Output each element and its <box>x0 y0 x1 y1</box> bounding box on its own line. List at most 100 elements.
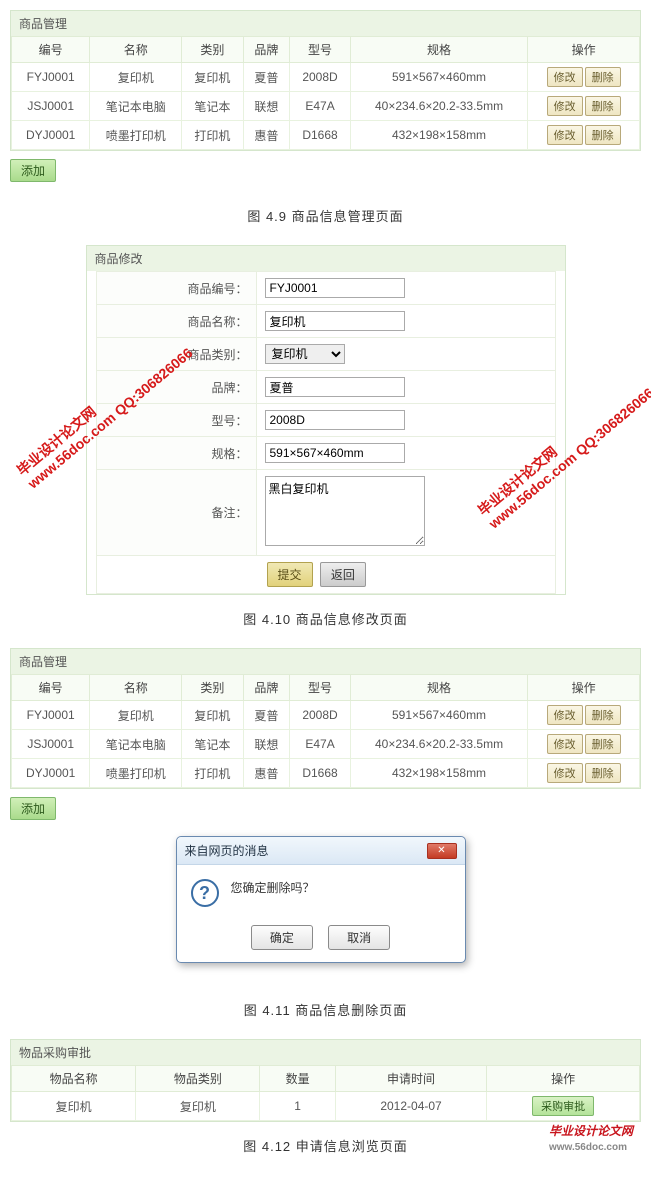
table-row: FYJ0001复印机复印机夏普2008D591×567×460mm修改删除 <box>12 701 640 730</box>
cell-spec: 591×567×460mm <box>350 63 527 92</box>
edit-button[interactable]: 修改 <box>547 67 583 87</box>
cell-model: 2008D <box>290 63 351 92</box>
cell-cat: 打印机 <box>182 759 244 788</box>
cell-spec: 591×567×460mm <box>350 701 527 730</box>
cell-op: 修改删除 <box>528 92 640 121</box>
cell-cat: 复印机 <box>182 63 244 92</box>
question-icon: ? <box>191 879 219 907</box>
cell-spec: 40×234.6×20.2-33.5mm <box>350 92 527 121</box>
cell-rname: 复印机 <box>12 1092 136 1121</box>
product-table-1: 编号 名称 类别 品牌 型号 规格 操作 FYJ0001复印机复印机夏普2008… <box>11 36 640 150</box>
cell-name: 喷墨打印机 <box>90 121 182 150</box>
cell-op: 修改删除 <box>528 730 640 759</box>
confirm-dialog: 来自网页的消息 ✕ ? 您确定删除吗？ 确定 取消 <box>176 836 466 963</box>
table-row: 复印机 复印机 1 2012-04-07 采购审批 <box>12 1092 640 1121</box>
th-spec: 规格 <box>350 37 527 63</box>
cell-cat: 打印机 <box>182 121 244 150</box>
panel-title: 商品管理 <box>11 649 640 674</box>
delete-button[interactable]: 删除 <box>585 734 621 754</box>
caption-4-11: 图 4.11 商品信息删除页面 <box>10 1000 641 1019</box>
product-manage-panel-2: 商品管理 编号 名称 类别 品牌 型号 规格 操作 FYJ0001复印机复印机夏… <box>10 648 641 789</box>
edit-button[interactable]: 修改 <box>547 705 583 725</box>
cell-name: 复印机 <box>90 701 182 730</box>
panel-title: 商品管理 <box>11 11 640 36</box>
th-spec: 规格 <box>350 675 527 701</box>
th-brand: 品牌 <box>243 675 290 701</box>
th-rop: 操作 <box>487 1066 640 1092</box>
ok-button[interactable]: 确定 <box>251 925 313 950</box>
cell-spec: 40×234.6×20.2-33.5mm <box>350 730 527 759</box>
add-button-2[interactable]: 添加 <box>10 797 56 820</box>
delete-button[interactable]: 删除 <box>585 67 621 87</box>
input-spec[interactable] <box>265 443 405 463</box>
dialog-message: 您确定删除吗？ <box>231 879 315 896</box>
label-brand: 品牌： <box>96 371 256 404</box>
table-row: DYJ0001喷墨打印机打印机惠普D1668432×198×158mm修改删除 <box>12 121 640 150</box>
cell-brand: 联想 <box>243 92 290 121</box>
cell-op: 修改删除 <box>528 701 640 730</box>
cell-brand: 夏普 <box>243 63 290 92</box>
edit-button[interactable]: 修改 <box>547 763 583 783</box>
label-name: 商品名称： <box>96 305 256 338</box>
input-brand[interactable] <box>265 377 405 397</box>
cell-op: 修改删除 <box>528 759 640 788</box>
panel-title: 物品采购审批 <box>11 1040 640 1065</box>
cell-model: E47A <box>290 92 351 121</box>
input-no[interactable] <box>265 278 405 298</box>
label-remark: 备注： <box>96 470 256 556</box>
cell-name: 笔记本电脑 <box>90 730 182 759</box>
table-row: DYJ0001喷墨打印机打印机惠普D1668432×198×158mm修改删除 <box>12 759 640 788</box>
approve-button[interactable]: 采购审批 <box>532 1096 594 1116</box>
th-rtime: 申请时间 <box>335 1066 486 1092</box>
close-icon[interactable]: ✕ <box>427 843 457 859</box>
input-model[interactable] <box>265 410 405 430</box>
delete-button[interactable]: 删除 <box>585 96 621 116</box>
product-table-2: 编号 名称 类别 品牌 型号 规格 操作 FYJ0001复印机复印机夏普2008… <box>11 674 640 788</box>
cell-name: 喷墨打印机 <box>90 759 182 788</box>
th-brand: 品牌 <box>243 37 290 63</box>
th-model: 型号 <box>290 675 351 701</box>
cell-name: 复印机 <box>90 63 182 92</box>
cell-spec: 432×198×158mm <box>350 759 527 788</box>
cell-cat: 笔记本 <box>182 730 244 759</box>
textarea-remark[interactable]: 黑白复印机 <box>265 476 425 546</box>
th-rqty: 数量 <box>260 1066 335 1092</box>
table-row: JSJ0001笔记本电脑笔记本联想E47A40×234.6×20.2-33.5m… <box>12 730 640 759</box>
caption-4-9: 图 4.9 商品信息管理页面 <box>10 206 641 225</box>
cell-rtime: 2012-04-07 <box>335 1092 486 1121</box>
th-cat: 类别 <box>182 675 244 701</box>
label-spec: 规格： <box>96 437 256 470</box>
label-model: 型号： <box>96 404 256 437</box>
th-op: 操作 <box>528 675 640 701</box>
cell-cat: 笔记本 <box>182 92 244 121</box>
th-name: 名称 <box>90 37 182 63</box>
cell-brand: 联想 <box>243 730 290 759</box>
dialog-title: 来自网页的消息 <box>185 842 269 859</box>
add-button-1[interactable]: 添加 <box>10 159 56 182</box>
th-name: 名称 <box>90 675 182 701</box>
select-cat[interactable]: 复印机 <box>265 344 345 364</box>
edit-form: 商品编号： 商品名称： 商品类别： 复印机 品牌： 型号： 规格： 备注： 黑白… <box>96 271 556 594</box>
edit-button[interactable]: 修改 <box>547 96 583 116</box>
th-model: 型号 <box>290 37 351 63</box>
th-no: 编号 <box>12 675 90 701</box>
submit-button[interactable]: 提交 <box>267 562 313 587</box>
delete-button[interactable]: 删除 <box>585 125 621 145</box>
cell-model: D1668 <box>290 759 351 788</box>
back-button[interactable]: 返回 <box>320 562 366 587</box>
cell-brand: 夏普 <box>243 701 290 730</box>
delete-button[interactable]: 删除 <box>585 705 621 725</box>
input-name[interactable] <box>265 311 405 331</box>
label-no: 商品编号： <box>96 272 256 305</box>
cell-brand: 惠普 <box>243 759 290 788</box>
cell-model: D1668 <box>290 121 351 150</box>
cancel-button[interactable]: 取消 <box>328 925 390 950</box>
cell-no: JSJ0001 <box>12 92 90 121</box>
cell-rqty: 1 <box>260 1092 335 1121</box>
label-cat: 商品类别： <box>96 338 256 371</box>
edit-button[interactable]: 修改 <box>547 734 583 754</box>
delete-button[interactable]: 删除 <box>585 763 621 783</box>
caption-4-10: 图 4.10 商品信息修改页面 <box>10 609 641 628</box>
product-manage-panel-1: 商品管理 编号 名称 类别 品牌 型号 规格 操作 FYJ0001复印机复印机夏… <box>10 10 641 151</box>
edit-button[interactable]: 修改 <box>547 125 583 145</box>
